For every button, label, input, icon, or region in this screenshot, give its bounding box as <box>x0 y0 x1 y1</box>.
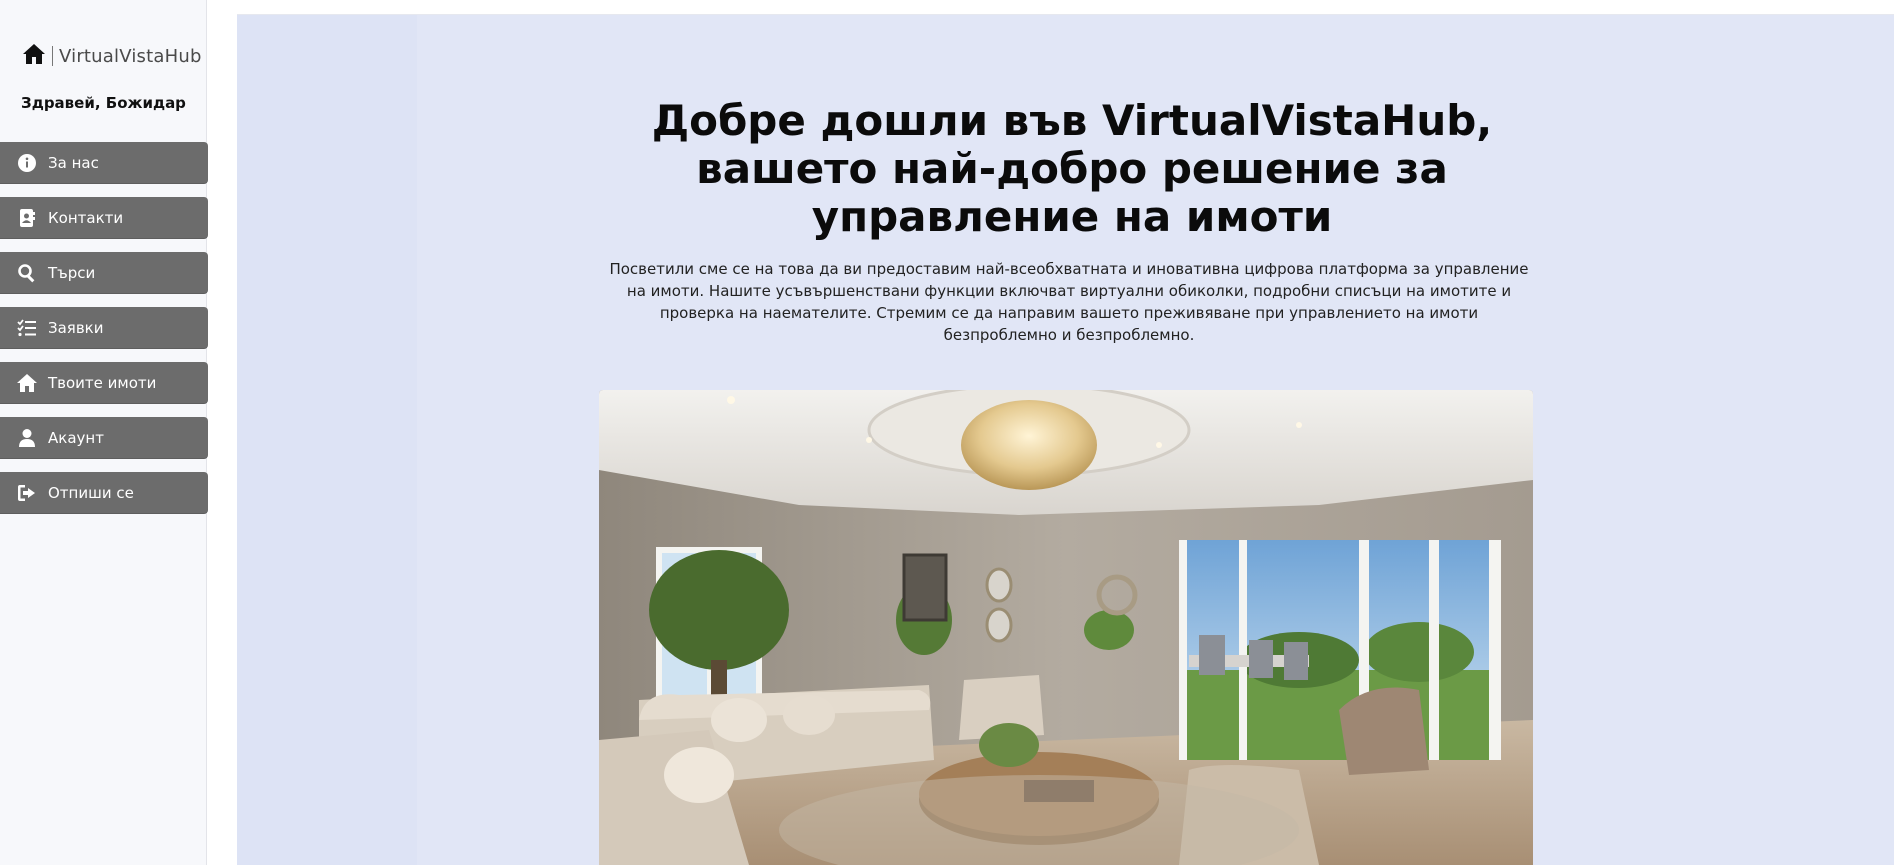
sidebar-item-your-properties[interactable]: Твоите имоти <box>0 362 208 404</box>
brand-logo[interactable]: VirtualVistaHub <box>22 43 202 69</box>
sidebar-item-label: Отпиши се <box>48 484 134 502</box>
list-check-icon <box>17 318 37 338</box>
user-icon <box>17 428 37 448</box>
sidebar-item-label: Акаунт <box>48 429 104 447</box>
sidebar-item-label: Заявки <box>48 319 104 337</box>
house-icon <box>22 43 46 70</box>
top-bar <box>237 0 1894 15</box>
search-icon <box>17 263 37 283</box>
sidebar: VirtualVistaHub Здравей, Божидар За нас … <box>0 0 208 865</box>
main-content: Добре дошли във VirtualVistaHub, вашето … <box>237 15 1894 865</box>
sidebar-item-about[interactable]: За нас <box>0 142 208 184</box>
sidebar-item-label: Търси <box>48 264 96 282</box>
intro-paragraph: Посветили сме се на това да ви предостав… <box>609 260 1529 344</box>
sidebar-item-label: За нас <box>48 154 99 172</box>
page-title: Добре дошли във VirtualVistaHub, вашето … <box>651 96 1493 241</box>
info-icon <box>17 153 37 173</box>
user-greeting: Здравей, Божидар <box>21 94 186 112</box>
sidebar-item-label: Контакти <box>48 209 124 227</box>
sidebar-item-logout[interactable]: Отпиши се <box>0 472 208 514</box>
sidebar-item-account[interactable]: Акаунт <box>0 417 208 459</box>
background-band <box>237 15 417 865</box>
hero-image-living-room <box>599 390 1533 865</box>
sign-out-icon <box>17 483 37 503</box>
brand-name: VirtualVistaHub <box>59 45 202 67</box>
app-root: VirtualVistaHub Здравей, Божидар За нас … <box>0 0 1894 865</box>
logo-divider <box>52 46 53 66</box>
contact-book-icon <box>17 208 37 228</box>
sidebar-item-contacts[interactable]: Контакти <box>0 197 208 239</box>
sidebar-item-requests[interactable]: Заявки <box>0 307 208 349</box>
sidebar-nav: За нас Контакти Търси Заявки Твоите имот… <box>0 142 208 527</box>
home-icon <box>17 373 37 393</box>
sidebar-item-label: Твоите имоти <box>48 374 157 392</box>
sidebar-item-search[interactable]: Търси <box>0 252 208 294</box>
